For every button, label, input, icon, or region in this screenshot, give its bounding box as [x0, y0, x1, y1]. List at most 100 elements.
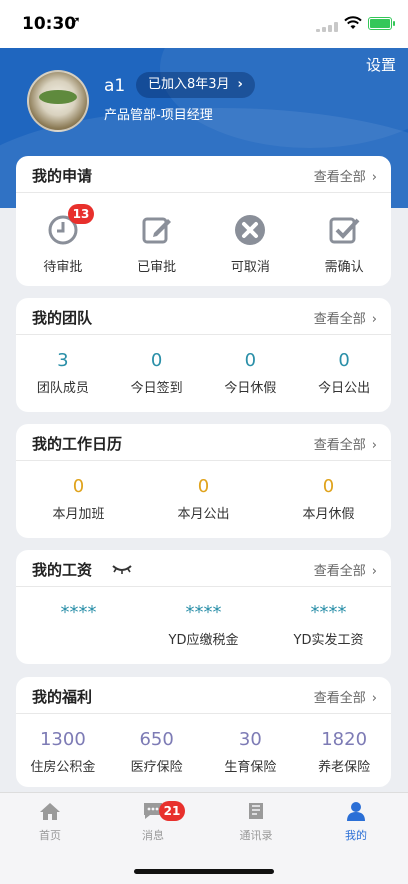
team-stat-leave[interactable]: 0 今日休假: [204, 350, 298, 396]
joined-duration-button[interactable]: 已加入8年3月 ›: [136, 72, 255, 98]
tab-label: 消息: [142, 829, 164, 842]
stat-label: 本月休假: [302, 507, 355, 522]
stat-value: ****: [310, 602, 347, 623]
department-label: 产品管部-项目经理: [104, 108, 213, 123]
app-item-confirm[interactable]: 需确认: [297, 214, 391, 275]
calendar-row: 0 本月加班 0 本月公出 0 本月休假: [16, 476, 391, 522]
view-all-button[interactable]: 查看全部 ›: [314, 308, 377, 327]
chevron-right-icon: ›: [371, 564, 377, 579]
card-title: 我的申请: [32, 167, 93, 185]
view-all-button[interactable]: 查看全部 ›: [314, 166, 377, 185]
stat-label: 今日公出: [318, 381, 371, 396]
stat-label: 今日休假: [224, 381, 277, 396]
applications-header: 我的申请 查看全部 ›: [16, 156, 391, 193]
stat-label: 团队成员: [36, 381, 89, 396]
chevron-right-icon: ›: [371, 170, 377, 185]
stat-value: ****: [60, 602, 97, 623]
salary-header: 我的工资 查看全部 ›: [16, 550, 391, 587]
chevron-right-icon: ›: [371, 691, 377, 706]
team-stat-checkin[interactable]: 0 今日签到: [110, 350, 204, 396]
tab-me[interactable]: 我的: [316, 801, 396, 843]
app-item-approved[interactable]: 已审批: [110, 214, 204, 275]
check-icon: [329, 217, 360, 244]
view-all-button[interactable]: 查看全部 ›: [314, 434, 377, 453]
app-item-pending[interactable]: 13 待审批: [16, 204, 110, 275]
stat-value: 0: [244, 350, 257, 371]
calendar-header: 我的工作日历 查看全部 ›: [16, 424, 391, 461]
avatar[interactable]: [27, 70, 89, 132]
home-icon: [40, 803, 60, 820]
salary-stat-tax[interactable]: **** YD应缴税金: [141, 602, 266, 648]
applications-row: 13 待审批 已审批 可取消 需确认: [16, 204, 391, 275]
tab-contacts[interactable]: 通讯录: [216, 801, 296, 843]
welfare-stat-pension[interactable]: 1820 养老保险: [297, 729, 391, 775]
stat-value: 0: [322, 476, 335, 497]
card-title: 我的团队: [32, 309, 93, 327]
applications-card: 我的申请 查看全部 › 13 待审批 已审批 可取消 需确认: [16, 156, 391, 286]
welfare-row: 1300 住房公积金 650 医疗保险 30 生育保险 1820 养老保险: [16, 729, 391, 775]
chevron-right-icon: ›: [371, 312, 377, 327]
team-header: 我的团队 查看全部 ›: [16, 298, 391, 335]
pending-badge: 13: [68, 204, 94, 224]
tab-label: 首页: [39, 829, 61, 842]
view-all-label: 查看全部: [313, 691, 366, 706]
view-all-label: 查看全部: [313, 438, 366, 453]
salary-stat-net[interactable]: **** YD实发工资: [266, 602, 391, 648]
stat-value: 0: [197, 476, 210, 497]
card-title: 我的工资: [32, 561, 93, 579]
view-all-button[interactable]: 查看全部 ›: [314, 687, 377, 706]
view-all-button[interactable]: 查看全部 ›: [314, 560, 377, 579]
tab-home[interactable]: 首页: [10, 801, 90, 843]
stat-label: 本月公出: [177, 507, 230, 522]
welfare-header: 我的福利 查看全部 ›: [16, 677, 391, 714]
stat-label: 今日签到: [130, 381, 183, 396]
stat-label: YD应缴税金: [168, 633, 239, 648]
view-all-label: 查看全部: [313, 564, 366, 579]
team-card: 我的团队 查看全部 › 3 团队成员 0 今日签到 0 今日休假 0 今日公出: [16, 298, 391, 412]
app-item-cancelable[interactable]: 可取消: [204, 214, 298, 275]
person-icon: [347, 802, 365, 821]
app-item-label: 已审批: [137, 260, 177, 275]
status-bar: 10:30 ➚: [0, 0, 408, 48]
card-title: 我的福利: [32, 688, 93, 706]
calendar-stat-leave[interactable]: 0 本月休假: [266, 476, 391, 522]
joined-label: 已加入8年3月: [148, 77, 230, 92]
chevron-right-icon: ›: [237, 77, 243, 92]
salary-stat[interactable]: ****: [16, 602, 141, 648]
stat-value: 1820: [321, 729, 368, 750]
stat-value: 0: [150, 350, 163, 371]
welfare-card: 我的福利 查看全部 › 1300 住房公积金 650 医疗保险 30 生育保险 1820…: [16, 677, 391, 787]
stat-label: 养老保险: [318, 760, 371, 775]
view-all-label: 查看全部: [313, 312, 366, 327]
eye-closed-icon[interactable]: [111, 564, 133, 574]
salary-row: **** **** YD应缴税金 **** YD实发工资: [16, 602, 391, 648]
calendar-stat-overtime[interactable]: 0 本月加班: [16, 476, 141, 522]
cancel-icon: [235, 215, 266, 245]
stat-value: 1300: [39, 729, 86, 750]
stat-label: YD实发工资: [293, 633, 364, 648]
team-stat-business[interactable]: 0 今日公出: [297, 350, 391, 396]
messages-badge: 21: [159, 801, 185, 821]
tab-label: 我的: [345, 829, 367, 842]
edit-icon: [142, 217, 171, 244]
welfare-stat-medical[interactable]: 650 医疗保险: [110, 729, 204, 775]
signal-icon: [316, 22, 340, 32]
home-indicator: [134, 869, 274, 874]
welfare-stat-maternity[interactable]: 30 生育保险: [204, 729, 298, 775]
book-icon: [249, 803, 263, 819]
team-stat-members[interactable]: 3 团队成员: [16, 350, 110, 396]
app-item-label: 可取消: [230, 260, 270, 275]
app-item-label: 待审批: [43, 260, 83, 275]
stat-label: 生育保险: [224, 760, 277, 775]
salary-card: 我的工资 查看全部 › **** **** YD应缴税金 **** YD实发工资: [16, 550, 391, 664]
app-item-label: 需确认: [324, 260, 364, 275]
battery-icon: [368, 17, 395, 30]
tab-messages[interactable]: 21 消息: [113, 801, 193, 843]
tab-label: 通讯录: [239, 829, 273, 842]
welfare-stat-housing[interactable]: 1300 住房公积金: [16, 729, 110, 775]
calendar-stat-business[interactable]: 0 本月公出: [141, 476, 266, 522]
calendar-card: 我的工作日历 查看全部 › 0 本月加班 0 本月公出 0 本月休假: [16, 424, 391, 538]
settings-button[interactable]: 设置: [366, 54, 396, 75]
stat-value: 0: [338, 350, 350, 371]
stat-value: ****: [185, 602, 222, 623]
